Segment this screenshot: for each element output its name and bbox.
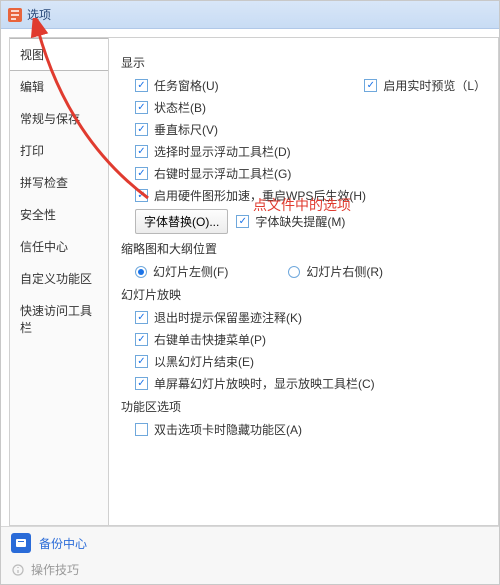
sidebar-item-customize-ribbon[interactable]: 自定义功能区 <box>10 263 108 295</box>
label-hw-accel: 启用硬件图形加速，重启WPS后生效(H) <box>154 187 366 204</box>
sidebar-item-edit[interactable]: 编辑 <box>10 71 108 103</box>
sidebar-item-security[interactable]: 安全性 <box>10 199 108 231</box>
font-replace-button[interactable]: 字体替换(O)... <box>135 209 228 234</box>
checkbox-vertical-ruler[interactable] <box>135 123 148 136</box>
checkbox-task-pane[interactable] <box>135 79 148 92</box>
backup-icon <box>11 533 31 553</box>
sidebar-item-view[interactable]: 视图 <box>10 38 108 71</box>
label-single-toolbar: 单屏幕幻灯片放映时，显示放映工具栏(C) <box>154 375 375 392</box>
checkbox-rightclick-menu[interactable] <box>135 333 148 346</box>
label-float-right: 右键时显示浮动工具栏(G) <box>154 165 291 182</box>
checkbox-float-right[interactable] <box>135 167 148 180</box>
label-exit-prompt: 退出时提示保留墨迹注释(K) <box>154 309 302 326</box>
checkbox-single-toolbar[interactable] <box>135 377 148 390</box>
sidebar-item-trust-center[interactable]: 信任中心 <box>10 231 108 263</box>
label-slide-left: 幻灯片左侧(F) <box>153 263 228 280</box>
checkbox-status-bar[interactable] <box>135 101 148 114</box>
section-ribbon: 功能区选项 <box>121 398 486 415</box>
checkbox-float-select[interactable] <box>135 145 148 158</box>
label-realtime-preview: 启用实时预览（L） <box>383 77 486 94</box>
checkbox-dblclick-hide[interactable] <box>135 423 148 436</box>
label-rightclick-menu: 右键单击快捷菜单(P) <box>154 331 266 348</box>
section-slideshow: 幻灯片放映 <box>121 286 486 303</box>
radio-slide-left[interactable] <box>135 266 147 278</box>
label-float-select: 选择时显示浮动工具栏(D) <box>154 143 291 160</box>
titlebar: 选项 <box>1 1 499 29</box>
label-vertical-ruler: 垂直标尺(V) <box>154 121 218 138</box>
window-title: 选项 <box>27 6 51 23</box>
checkbox-font-missing[interactable] <box>236 215 249 228</box>
sidebar-item-spellcheck[interactable]: 拼写检查 <box>10 167 108 199</box>
checkbox-hw-accel[interactable] <box>135 189 148 202</box>
tips-link[interactable]: 操作技巧 <box>31 561 79 578</box>
section-display: 显示 <box>121 54 486 71</box>
main-panel: 显示 任务窗格(U) 启用实时预览（L） 状态栏(B) 垂直标尺(V) 选择时显… <box>109 37 499 526</box>
section-thumbnail: 缩略图和大纲位置 <box>121 240 486 257</box>
label-font-missing: 字体缺失提醒(M) <box>255 213 345 230</box>
label-black-end: 以黑幻灯片结束(E) <box>154 353 254 370</box>
sidebar-item-print[interactable]: 打印 <box>10 135 108 167</box>
label-slide-right: 幻灯片右侧(R) <box>306 263 383 280</box>
sidebar-item-general-save[interactable]: 常规与保存 <box>10 103 108 135</box>
checkbox-realtime-preview[interactable] <box>364 79 377 92</box>
app-icon <box>7 7 23 23</box>
footer: 备份中心 操作技巧 <box>1 526 499 584</box>
label-status-bar: 状态栏(B) <box>154 99 206 116</box>
label-dblclick-hide: 双击选项卡时隐藏功能区(A) <box>154 421 302 438</box>
checkbox-black-end[interactable] <box>135 355 148 368</box>
sidebar: 视图 编辑 常规与保存 打印 拼写检查 安全性 信任中心 自定义功能区 快速访问… <box>9 37 109 526</box>
tips-icon <box>11 563 25 577</box>
label-task-pane: 任务窗格(U) <box>154 77 219 94</box>
sidebar-item-quick-access[interactable]: 快速访问工具栏 <box>10 295 108 344</box>
backup-center-link[interactable]: 备份中心 <box>39 535 87 552</box>
radio-slide-right[interactable] <box>288 266 300 278</box>
checkbox-exit-prompt[interactable] <box>135 311 148 324</box>
